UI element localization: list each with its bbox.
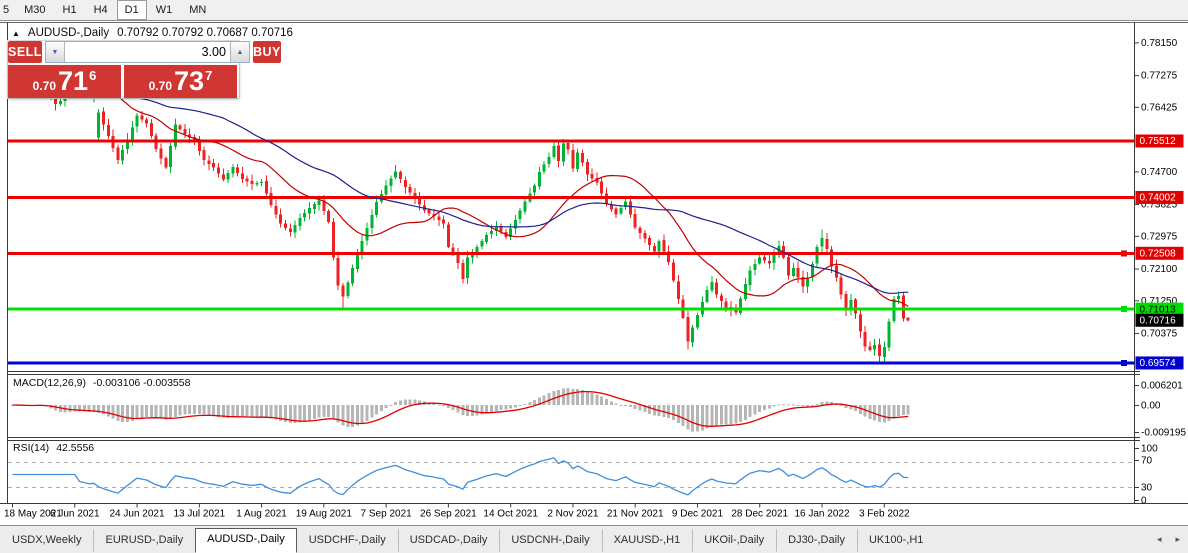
svg-text:19 Aug 2021: 19 Aug 2021 [296,509,353,520]
timeframe-toolbar: 5 M30 H1 H4 D1 W1 MN [0,0,1188,21]
symbol-tabbar: USDX,Weekly EURUSD-,Daily AUDUSD-,Daily … [0,525,1188,553]
svg-text:16 Jan 2022: 16 Jan 2022 [794,509,849,520]
tab-scroll-left-icon[interactable]: ◂ [1157,534,1162,545]
svg-text:28 Dec 2021: 28 Dec 2021 [731,509,788,520]
tab-scroll-controls: ◂ ▸ [1157,534,1180,545]
timeframe-m5-button[interactable]: 5 [0,0,15,20]
svg-text:0.72508: 0.72508 [1140,248,1177,259]
tab-usdcnh-daily[interactable]: USDCNH-,Daily [499,529,601,552]
rsi-line [13,458,909,495]
timeframe-w1-button[interactable]: W1 [148,0,181,20]
tab-dj30-daily[interactable]: DJ30-,Daily [776,529,857,552]
buy-button[interactable]: BUY [253,41,281,63]
timeframe-d1-button[interactable]: D1 [117,0,147,20]
collapse-arrow-icon[interactable]: ▲ [12,29,20,38]
timeframe-m30-button[interactable]: M30 [16,0,53,20]
svg-text:24 Jun 2021: 24 Jun 2021 [110,509,165,520]
svg-text:0: 0 [1141,496,1147,507]
rsi-name: RSI(14) [13,442,49,454]
rsi-value: 42.5556 [56,442,94,454]
one-click-trading-panel: SELL ▼ ▲ BUY 0.70 71 6 0.70 73 7 [8,41,239,98]
buy-price-big: 73 [174,68,204,95]
svg-text:1 Aug 2021: 1 Aug 2021 [236,509,287,520]
tab-scroll-right-icon[interactable]: ▸ [1175,534,1180,545]
tab-xauusd-h1[interactable]: XAUUSD-,H1 [602,529,693,552]
sell-price-sup: 6 [89,68,96,83]
tab-uk100-h1[interactable]: UK100-,H1 [857,529,935,552]
svg-text:6 Jun 2021: 6 Jun 2021 [50,509,100,520]
volume-increase-icon[interactable]: ▲ [230,42,249,62]
svg-text:9 Dec 2021: 9 Dec 2021 [672,509,724,520]
buy-price-sup: 7 [205,68,212,83]
svg-text:2 Nov 2021: 2 Nov 2021 [547,509,599,520]
chart-title: ▲ AUDUSD-,Daily 0.70792 0.70792 0.70687 … [12,27,293,39]
svg-text:0.75512: 0.75512 [1140,136,1177,147]
sell-price-prefix: 0.70 [33,79,56,93]
sell-button[interactable]: SELL [8,41,42,63]
macd-name: MACD(12,26,9) [13,377,86,389]
svg-text:3 Feb 2022: 3 Feb 2022 [859,509,910,520]
buy-price-prefix: 0.70 [149,79,172,93]
tab-usdchf-daily[interactable]: USDCHF-,Daily [297,529,398,552]
svg-text:0.006201: 0.006201 [1141,381,1183,392]
volume-decrease-icon[interactable]: ▼ [46,42,65,62]
chart-symbol-label: AUDUSD-,Daily [28,27,109,39]
tab-ukoil-daily[interactable]: UKOil-,Daily [692,529,776,552]
svg-text:0.72100: 0.72100 [1141,264,1178,275]
svg-text:0.74002: 0.74002 [1140,193,1177,204]
buy-price-box[interactable]: 0.70 73 7 [124,64,237,98]
svg-text:0.78150: 0.78150 [1141,38,1178,49]
svg-text:0.77275: 0.77275 [1141,71,1178,82]
timeframe-h1-button[interactable]: H1 [55,0,85,20]
timeframe-h4-button[interactable]: H4 [86,0,116,20]
svg-text:0.70375: 0.70375 [1141,329,1178,340]
timeframe-mn-button[interactable]: MN [181,0,214,20]
sell-price-box[interactable]: 0.70 71 6 [8,64,121,98]
svg-text:-0.009195: -0.009195 [1141,428,1186,439]
horizontal-price-lines [8,141,1135,366]
svg-text:7 Sep 2021: 7 Sep 2021 [361,509,413,520]
volume-input[interactable] [65,42,230,62]
svg-text:30: 30 [1141,483,1153,494]
rsi-indicator-label: RSI(14) 42.5556 [13,442,94,454]
macd-histogram [11,388,910,431]
svg-text:21 Nov 2021: 21 Nov 2021 [607,509,664,520]
svg-text:70: 70 [1141,456,1153,467]
tab-eurusd-daily[interactable]: EURUSD-,Daily [93,529,195,552]
macd-indicator-label: MACD(12,26,9) -0.003106 -0.003558 [13,377,190,389]
svg-text:0.76425: 0.76425 [1141,103,1178,114]
svg-text:0.00: 0.00 [1141,401,1161,412]
sell-price-big: 71 [58,68,88,95]
volume-stepper: ▼ ▲ [45,41,250,63]
mt4-window: 5 M30 H1 H4 D1 W1 MN 0.78150 0.77275 0.764… [0,0,1188,553]
tab-usdcad-daily[interactable]: USDCAD-,Daily [398,529,500,552]
svg-text:0.71013: 0.71013 [1140,304,1177,315]
svg-text:0.69574: 0.69574 [1140,358,1177,369]
svg-text:100: 100 [1141,444,1158,455]
svg-text:13 Jul 2021: 13 Jul 2021 [173,509,225,520]
macd-values: -0.003106 -0.003558 [93,377,191,389]
svg-text:0.72975: 0.72975 [1141,231,1178,242]
price-axis: 0.781500.772750.764250.747000.738250.729… [1135,38,1187,507]
svg-text:26 Sep 2021: 26 Sep 2021 [420,509,477,520]
svg-text:0.70716: 0.70716 [1140,315,1177,326]
chart-ohlc-values: 0.70792 0.70792 0.70687 0.70716 [117,27,293,39]
date-axis: 18 May 20216 Jun 202124 Jun 202113 Jul 2… [4,504,910,520]
tab-usdx-weekly[interactable]: USDX,Weekly [0,529,93,552]
svg-text:0.74700: 0.74700 [1141,167,1178,178]
tab-audusd-daily[interactable]: AUDUSD-,Daily [195,528,297,553]
svg-text:14 Oct 2021: 14 Oct 2021 [483,509,538,520]
